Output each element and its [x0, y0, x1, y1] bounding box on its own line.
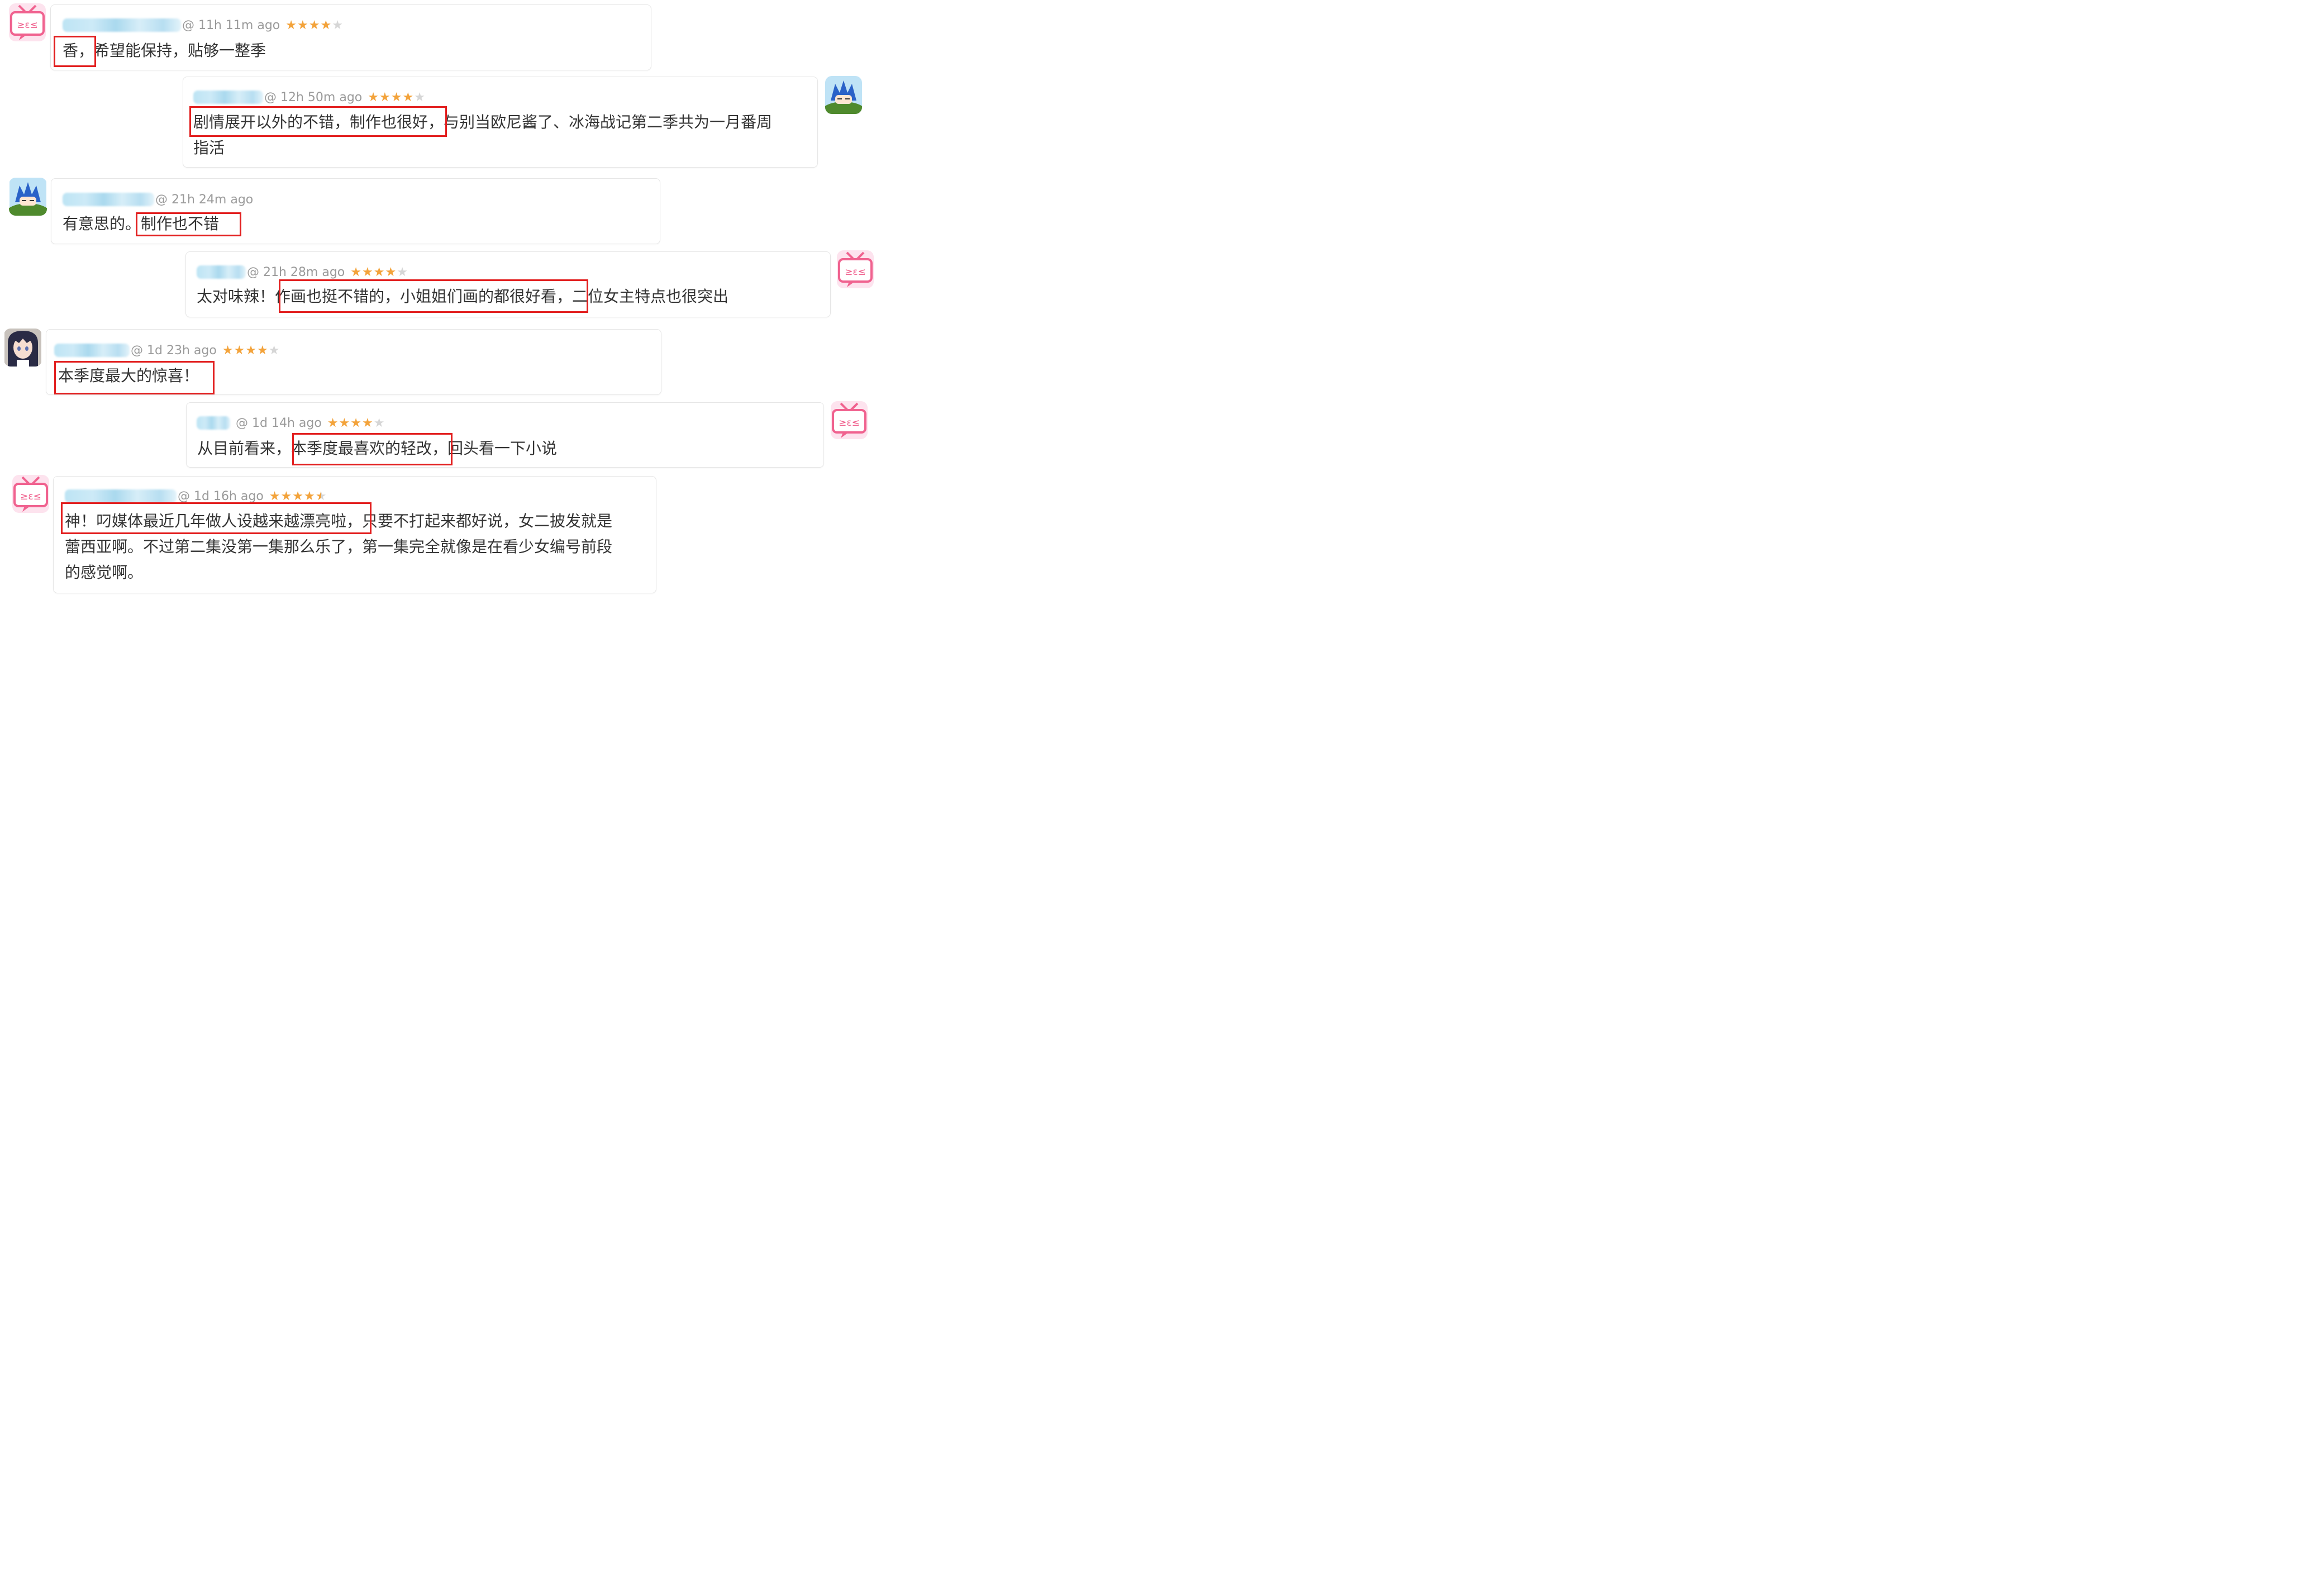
comment-text-highlighted: 制作也不错 — [141, 215, 220, 233]
svg-text:≥ε≤: ≥ε≤ — [20, 491, 41, 502]
rating-stars: ★ ★ ★ ★ ★ — [222, 343, 280, 358]
comment-text: 本季度最大的惊喜！ — [58, 363, 199, 389]
username-blurred[interactable] — [63, 18, 181, 32]
avatar[interactable]: ≥ε≤ — [12, 475, 49, 513]
comment-text-highlighted: 香， — [63, 41, 94, 60]
avatar[interactable]: ≥ε≤ — [9, 3, 46, 41]
comment-text-segment: 回头看一下小说 — [447, 439, 558, 458]
timestamp: @ 1d 23h ago — [131, 343, 217, 358]
comment-meta: @ 21h 24m ago — [63, 191, 253, 208]
comment-text-segment: 希望能保持，贴够一整季 — [94, 41, 266, 60]
comment-meta: @ 12h 50m ago ★ ★ ★ ★ ★ — [193, 89, 426, 106]
tv-icon: ≥ε≤ — [837, 250, 874, 288]
comment-text-segment: 太对味辣！ — [197, 287, 275, 306]
comment-text-segment: 指活 — [193, 139, 225, 157]
comment-text-segment: 有意思的。 — [63, 215, 141, 233]
comment-text: 太对味辣！作画也挺不错的，小姐姐们画的都很好看，二位女主特点也很突出 — [197, 284, 728, 310]
comment-meta: @ 1d 14h ago ★ ★ ★ ★ ★ — [197, 415, 385, 431]
rating-stars: ★ ★ ★ ★ ★ — [368, 90, 426, 104]
avatar[interactable] — [9, 178, 47, 216]
comment-text: 蕾西亚啊。不过第二集没第一集那么乐了，第一集完全就像是在看少女编号前段 — [65, 534, 612, 560]
svg-text:≥ε≤: ≥ε≤ — [17, 20, 38, 31]
svg-text:≥ε≤: ≥ε≤ — [839, 417, 860, 429]
username-blurred[interactable] — [54, 344, 130, 357]
username-blurred[interactable] — [197, 416, 230, 430]
comment-text-segment: 二位女主特点也很突出 — [572, 287, 729, 306]
comment-text: 有意思的。制作也不错 — [63, 211, 219, 237]
comment-text: 神！叼媒体最近几年做人设越来越漂亮啦，只要不打起来都好说，女二披发就是 — [65, 508, 612, 534]
rating-stars: ★ ★ ★ ★ ★ — [269, 489, 327, 503]
svg-text:≥ε≤: ≥ε≤ — [845, 266, 866, 278]
comment-feed: ≥ε≤ @ 11h 11m ago ★ ★ ★ ★ ★ 香，希望能保持，贴够一整季 @ … — [0, 0, 876, 596]
timestamp: @ 1d 16h ago — [178, 489, 264, 503]
comment-text: 香，希望能保持，贴够一整季 — [63, 38, 266, 64]
comment-text-highlighted: 剧情展开以外的不错，制作也很好， — [193, 113, 444, 131]
timestamp: @ 12h 50m ago — [264, 90, 363, 104]
comment-meta: @ 11h 11m ago ★ ★ ★ ★ ★ — [63, 17, 344, 34]
comment-text-highlighted: 作画也挺不错的，小姐姐们画的都很好看， — [275, 287, 573, 306]
comment-meta: @ 1d 23h ago ★ ★ ★ ★ ★ — [54, 342, 280, 359]
tv-icon: ≥ε≤ — [831, 401, 868, 439]
blue-hair-icon — [825, 76, 862, 114]
tv-icon: ≥ε≤ — [12, 475, 49, 513]
rating-stars: ★ ★ ★ ★ ★ — [285, 18, 344, 32]
comment-meta: @ 21h 28m ago ★ ★ ★ ★ ★ — [197, 264, 408, 280]
comment-text-highlighted: 本季度最喜欢的轻改， — [291, 439, 448, 458]
comment-text-segment: 只要不打起来都好说，女二披发就是 — [362, 512, 613, 530]
timestamp: @ 21h 24m ago — [155, 192, 254, 207]
comment-text: 指活 — [193, 135, 225, 161]
timestamp: @ 1d 14h ago — [236, 416, 322, 430]
comment-text-segment: 的感觉啊。 — [65, 563, 144, 582]
timestamp: @ 11h 11m ago — [182, 18, 280, 32]
avatar[interactable] — [4, 329, 42, 367]
avatar[interactable]: ≥ε≤ — [837, 250, 874, 288]
comment-text: 从目前看来，本季度最喜欢的轻改，回头看一下小说 — [197, 436, 557, 461]
avatar[interactable] — [825, 76, 862, 114]
comment-text-segment: 从目前看来， — [197, 439, 292, 458]
comment-text-highlighted: 本季度最大的惊喜！ — [58, 367, 199, 385]
comment-text-segment: 与别当欧尼酱了、冰海战记第二季共为一月番周 — [444, 113, 773, 131]
comment-text-segment: 蕾西亚啊。不过第二集没第一集那么乐了，第一集完全就像是在看少女编号前段 — [65, 537, 613, 556]
comment-text: 剧情展开以外的不错，制作也很好，与别当欧尼酱了、冰海战记第二季共为一月番周 — [193, 110, 772, 135]
comment-text-highlighted: 神！叼媒体最近几年做人设越来越漂亮啦， — [65, 512, 363, 530]
comment-text: 的感觉啊。 — [65, 560, 143, 586]
tv-icon: ≥ε≤ — [9, 3, 46, 41]
blue-hair-icon — [9, 178, 47, 216]
timestamp: @ 21h 28m ago — [247, 265, 345, 279]
anime-girl-icon — [4, 329, 41, 367]
username-blurred[interactable] — [197, 265, 246, 279]
avatar[interactable]: ≥ε≤ — [831, 401, 868, 439]
username-blurred[interactable] — [193, 91, 263, 104]
username-blurred[interactable] — [65, 489, 177, 503]
comment-meta: @ 1d 16h ago ★ ★ ★ ★ ★ — [65, 488, 327, 505]
rating-stars: ★ ★ ★ ★ ★ — [350, 265, 408, 279]
username-blurred[interactable] — [63, 193, 154, 206]
rating-stars: ★ ★ ★ ★ ★ — [327, 416, 385, 430]
